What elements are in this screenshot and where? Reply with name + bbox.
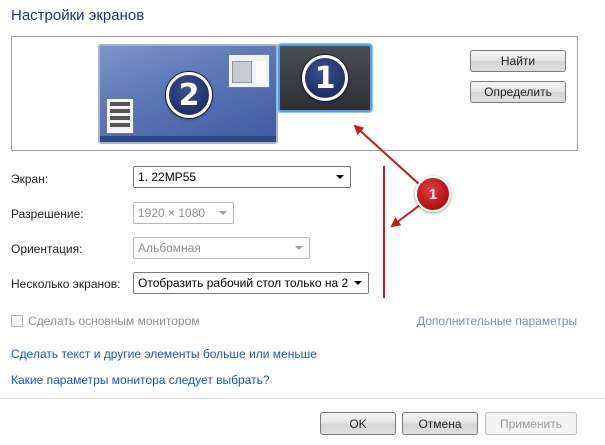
screen-label: Экран: [11,172,49,186]
monitor-2-number-badge: 2 [166,72,212,118]
footer-divider [0,398,605,399]
find-button[interactable]: Найти [470,50,566,72]
multiple-displays-label: Несколько экранов: [11,277,121,291]
chevron-down-icon [219,211,227,215]
resolution-label: Разрешение: [11,207,84,221]
chevron-down-icon [295,246,303,250]
multiple-displays-select[interactable]: Отобразить рабочий стол только на 2 [133,272,369,294]
chevron-down-icon [336,175,344,179]
page-title: Настройки экранов [11,7,145,24]
monitor-1-number-badge: 1 [302,55,348,101]
monitor-2[interactable]: 2 [98,44,278,144]
annotation-number-badge: 1 [415,176,451,212]
orientation-label: Ориентация: [11,242,83,256]
desktop-gadget-thumbnail [106,98,134,134]
monitor-preview-area: 2 1 Найти Определить [11,36,578,151]
multiple-displays-select-value: Отобразить рабочий стол только на 2 [138,276,349,290]
text-size-link[interactable]: Сделать текст и другие элементы больше и… [11,347,317,361]
apply-button: Применить [485,412,577,435]
identify-button[interactable]: Определить [470,81,566,103]
screen-select[interactable]: 1. 22MP55 [133,166,351,188]
orientation-select: Альбомная [133,237,310,259]
primary-monitor-checkbox [11,315,23,327]
monitor-1[interactable]: 1 [278,44,372,112]
primary-monitor-checkbox-row: Сделать основным монитором [11,314,200,328]
advanced-settings-link[interactable]: Дополнительные параметры [417,314,577,328]
which-params-link[interactable]: Какие параметры монитора следует выбрать… [11,373,270,387]
desktop-window-thumbnail [228,54,270,88]
resolution-select-value: 1920 × 1080 [138,206,206,220]
cancel-button[interactable]: Отмена [402,412,478,435]
ok-button[interactable]: OK [320,412,396,435]
primary-monitor-label: Сделать основным монитором [28,314,200,328]
resolution-select: 1920 × 1080 [133,202,234,224]
chevron-down-icon [354,281,362,285]
orientation-select-value: Альбомная [138,241,201,255]
screen-select-value: 1. 22MP55 [138,170,197,184]
